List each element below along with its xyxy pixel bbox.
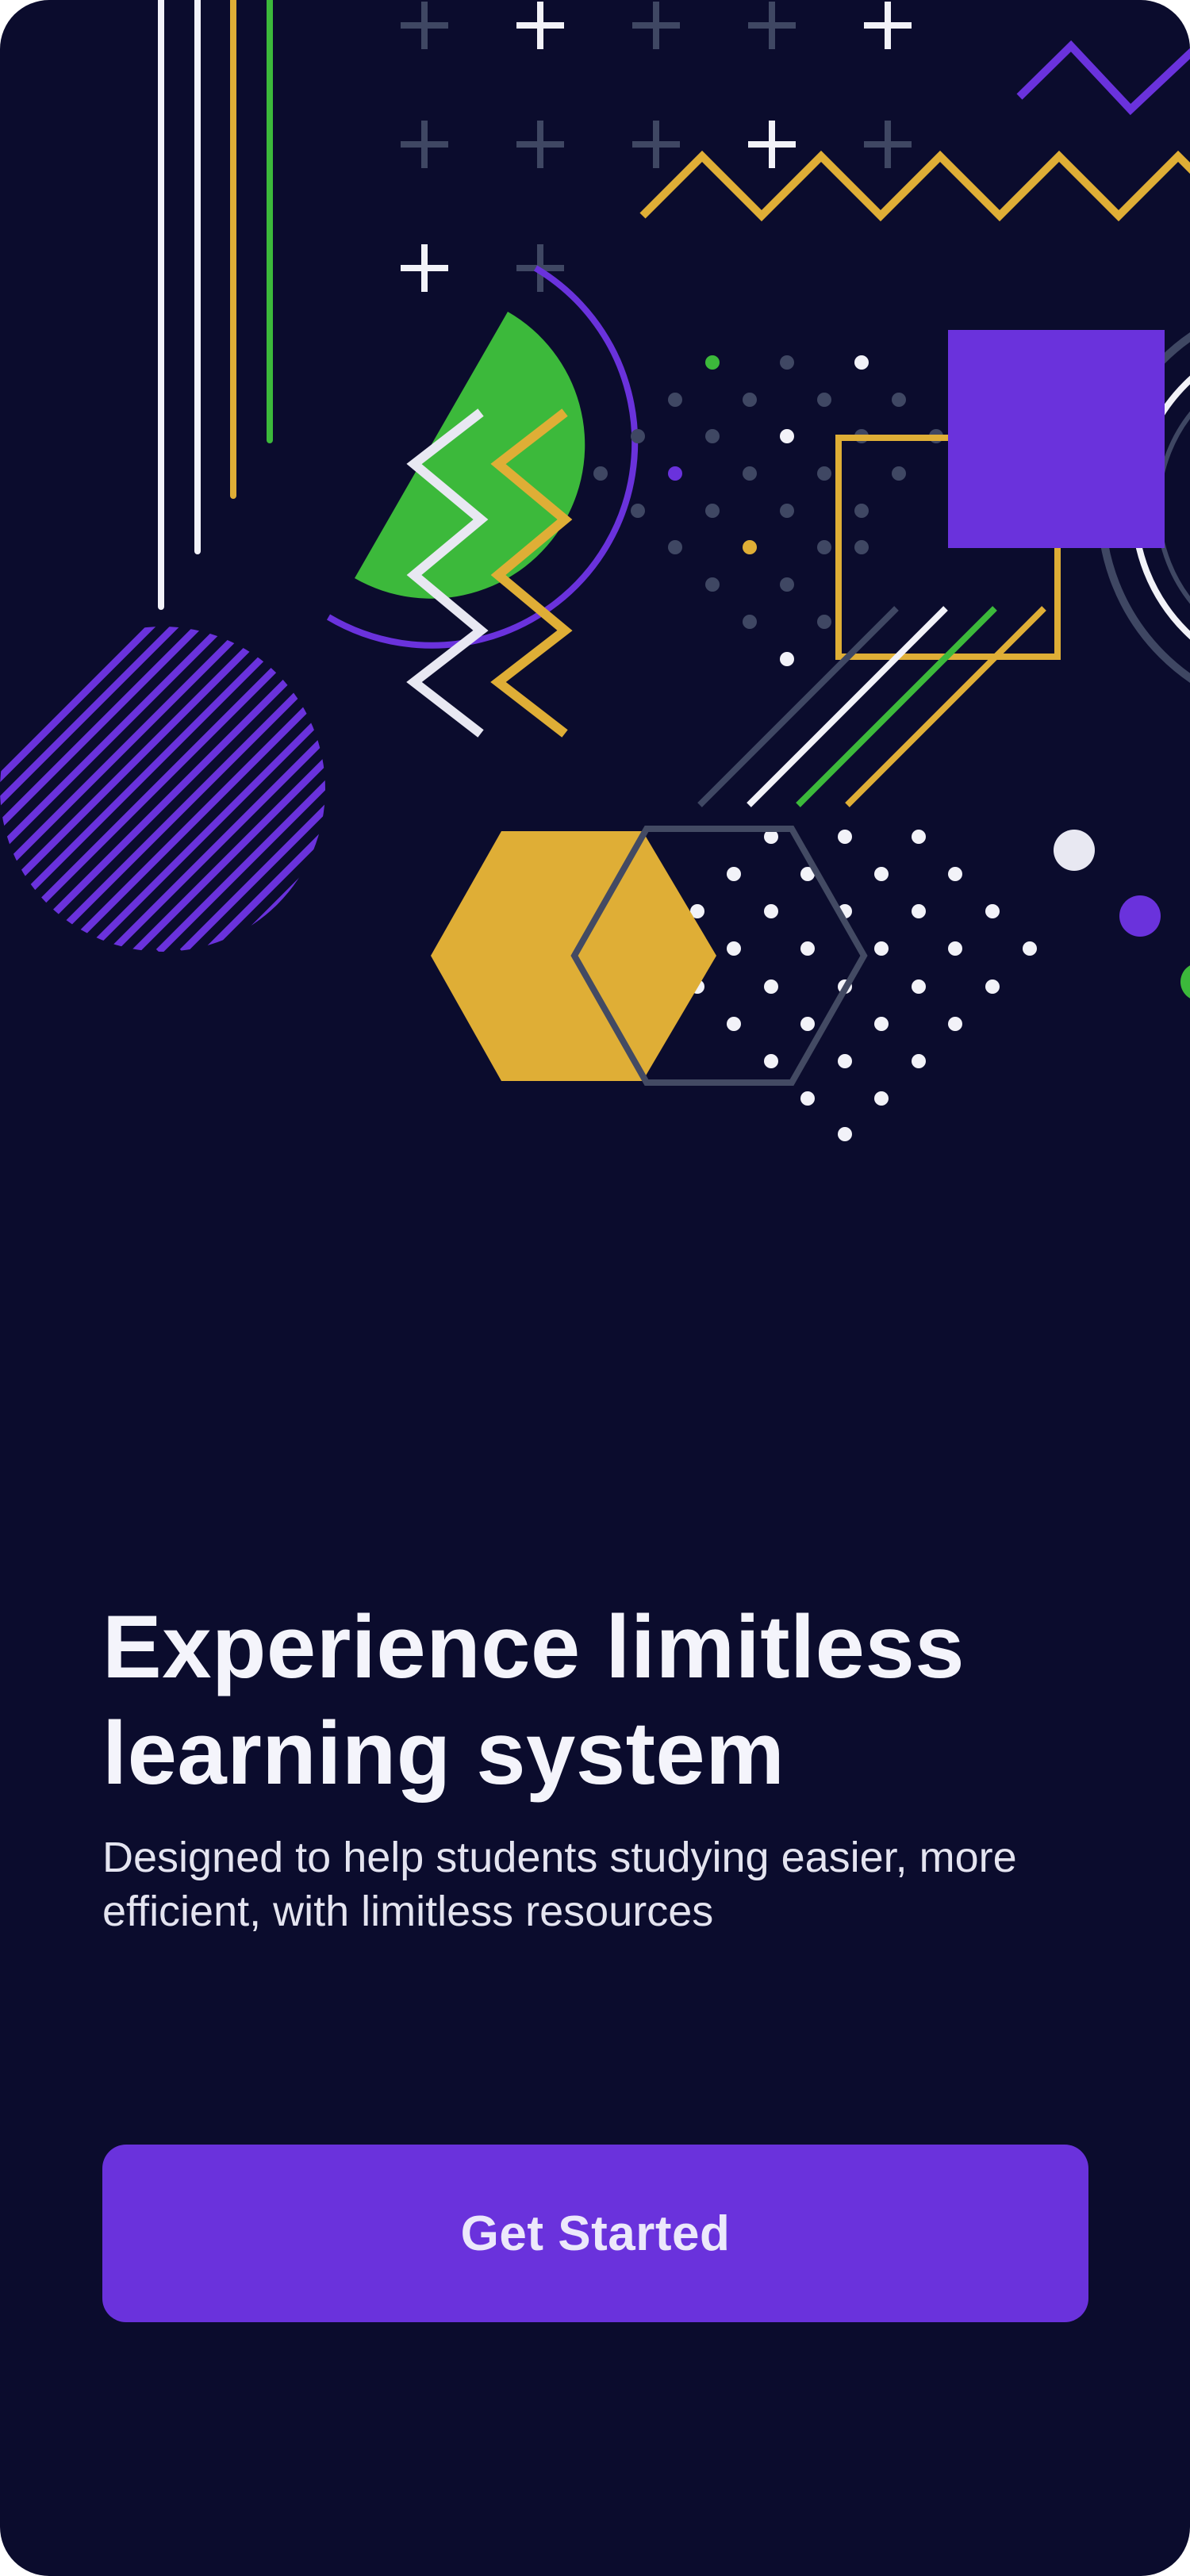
vertical-lines bbox=[158, 0, 273, 610]
subtitle: Designed to help students studying easie… bbox=[102, 1834, 1017, 1935]
zigzag-yellow bbox=[639, 150, 1190, 222]
onboarding-screen: Experience limitless learning system Des… bbox=[0, 0, 1190, 2576]
purple-dot bbox=[1119, 895, 1161, 937]
get-started-button[interactable]: Get Started bbox=[102, 2145, 1088, 2322]
dot-diamond-lower bbox=[690, 830, 1037, 1141]
white-dot bbox=[1054, 830, 1095, 871]
green-half-disc bbox=[355, 312, 585, 599]
zigzag-purple bbox=[1016, 40, 1190, 116]
diagonal-lines bbox=[697, 606, 1046, 807]
plus-grid bbox=[401, 2, 912, 292]
purple-square bbox=[948, 330, 1165, 548]
headline: Experience limitless learning system bbox=[102, 1597, 965, 1803]
dot-diamond-upper bbox=[593, 355, 943, 666]
hero-illustration bbox=[0, 0, 1190, 1141]
green-dot bbox=[1180, 965, 1190, 999]
